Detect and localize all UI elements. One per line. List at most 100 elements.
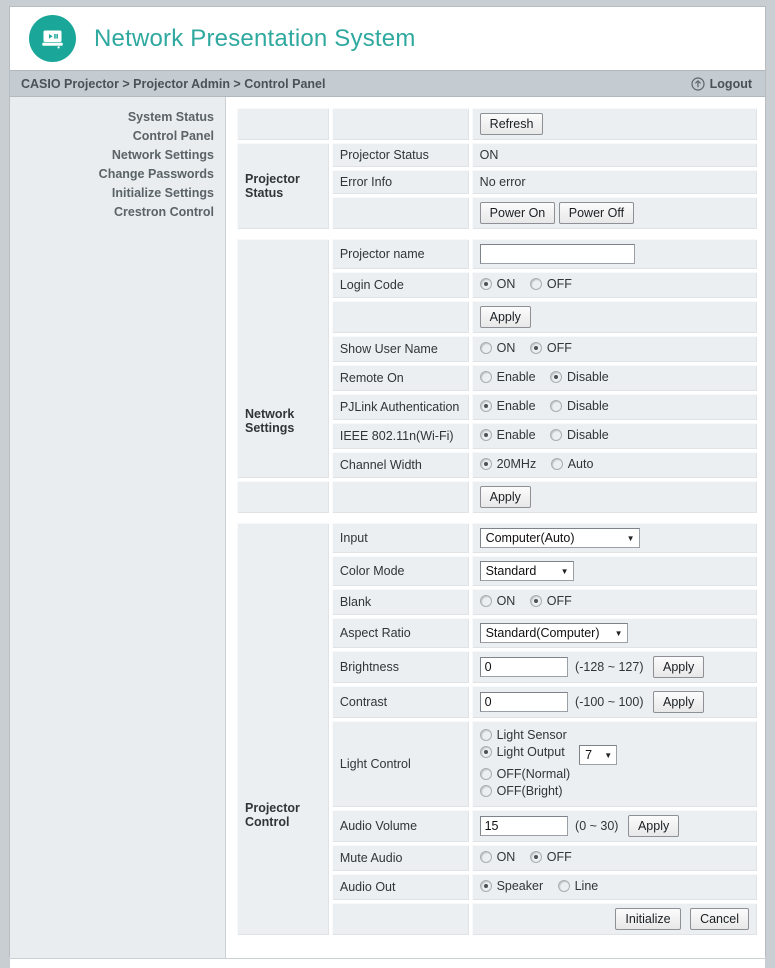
radio-pjlink-enable[interactable]: Enable — [479, 399, 536, 413]
apply-audio-volume-button[interactable]: Apply — [627, 814, 680, 837]
radio-pjlink-enable-label: Enable — [496, 399, 536, 413]
table-row-refresh: Refresh — [236, 107, 758, 141]
radio-login-code-on-label: ON — [496, 277, 516, 291]
radio-channel-width-20mhz[interactable]: 20MHz — [479, 457, 536, 471]
sidebar-item-system-status[interactable]: System Status — [10, 107, 225, 126]
apply-network-button[interactable]: Apply — [479, 486, 531, 508]
group-cell-projector-control: Projector Control — [236, 522, 330, 936]
radio-login-code-off[interactable]: OFF — [529, 277, 572, 291]
radio-blank-on[interactable]: ON — [479, 594, 515, 608]
power-off-button[interactable]: Power Off — [558, 202, 635, 224]
value-error-info: No error — [470, 169, 758, 195]
label-audio-volume: Audio Volume — [330, 808, 470, 843]
value-contrast: (-100 ~ 100) Apply — [470, 685, 758, 719]
value-wifi: Enable Disable — [470, 422, 758, 450]
radio-wifi-enable-label: Enable — [496, 428, 536, 442]
initialize-button[interactable]: Initialize — [615, 907, 681, 930]
brightness-input[interactable] — [479, 657, 568, 677]
radio-audio-out-line[interactable]: Line — [557, 878, 599, 893]
audio-volume-range-hint: (0 ~ 30) — [575, 818, 619, 833]
aspect-ratio-select[interactable]: Standard(Computer) ▼ — [479, 623, 628, 643]
value-blank: ON OFF — [470, 588, 758, 616]
refresh-button[interactable]: Refresh — [479, 113, 544, 135]
app-header: Network Presentation System — [10, 7, 765, 70]
radio-wifi-enable[interactable]: Enable — [479, 428, 536, 442]
radio-show-user-name-on[interactable]: ON — [479, 341, 515, 355]
projector-status-table: Refresh Projector Status Projector Statu… — [235, 106, 759, 231]
table-row-input: Projector Control Input Computer(Auto) ▼ — [236, 522, 758, 936]
radio-channel-width-auto[interactable]: Auto — [550, 457, 593, 471]
logout-button[interactable]: Logout — [691, 77, 752, 91]
radio-audio-out-line-label: Line — [574, 878, 599, 893]
label-audio-out: Audio Out — [330, 872, 470, 901]
value-show-user-name: ON OFF — [470, 335, 758, 363]
sidebar-item-network-settings[interactable]: Network Settings — [10, 145, 225, 164]
color-mode-select[interactable]: Standard ▼ — [479, 561, 574, 581]
radio-remote-on-enable[interactable]: Enable — [479, 370, 536, 384]
chevron-down-icon: ▼ — [560, 566, 569, 576]
page-footer: Copyright © 2014 CASIO COMPUTER CO., LTD… — [10, 958, 765, 968]
label-pjlink: PJLink Authentication — [330, 393, 470, 421]
logout-label: Logout — [709, 76, 752, 91]
contrast-input[interactable] — [479, 692, 568, 712]
sidebar-item-initialize-settings[interactable]: Initialize Settings — [10, 183, 225, 202]
value-cell-footer-buttons: Initialize Cancel — [470, 901, 758, 936]
group-label-projector-control: Projector Control — [245, 801, 300, 830]
aspect-ratio-select-value: Standard(Computer) — [485, 626, 600, 640]
radio-light-output[interactable]: Light Output — [479, 745, 565, 759]
radio-indicator-icon — [479, 767, 492, 780]
label-show-user-name: Show User Name — [330, 335, 470, 363]
radio-show-user-name-off[interactable]: OFF — [529, 341, 572, 355]
radio-indicator-icon — [550, 429, 563, 441]
value-projector-name — [470, 238, 758, 270]
value-color-mode: Standard ▼ — [470, 555, 758, 587]
label-remote-on: Remote On — [330, 364, 470, 392]
radio-mute-audio-off[interactable]: OFF — [529, 850, 572, 864]
breadcrumb[interactable]: CASIO Projector > Projector Admin > Cont… — [21, 77, 325, 91]
value-channel-width: 20MHz Auto — [470, 451, 758, 479]
group-label-network-settings: Network Settings — [245, 407, 295, 435]
radio-login-code-on[interactable]: ON — [479, 277, 516, 291]
label-cell-empty-apply-2 — [330, 480, 470, 514]
radio-light-off-bright-label: OFF(Bright) — [496, 784, 563, 798]
input-select[interactable]: Computer(Auto) ▼ — [479, 528, 640, 548]
power-on-button[interactable]: Power On — [479, 202, 556, 224]
sidebar-item-change-passwords[interactable]: Change Passwords — [10, 164, 225, 183]
value-cell-apply-2: Apply — [470, 480, 758, 514]
sidebar-item-crestron-control[interactable]: Crestron Control — [10, 202, 225, 221]
radio-pjlink-disable[interactable]: Disable — [550, 399, 609, 413]
apply-contrast-button[interactable]: Apply — [652, 691, 705, 713]
label-cell-empty-apply-1 — [330, 300, 470, 334]
radio-audio-out-speaker[interactable]: Speaker — [479, 878, 544, 893]
projector-play-pause-icon — [29, 15, 76, 62]
radio-remote-on-disable[interactable]: Disable — [550, 370, 609, 384]
sidebar-item-control-panel[interactable]: Control Panel — [10, 126, 225, 145]
sidebar: System Status Control Panel Network Sett… — [10, 97, 226, 958]
light-output-select[interactable]: 7 ▼ — [579, 745, 618, 765]
radio-indicator-icon — [550, 400, 563, 412]
apply-brightness-button[interactable]: Apply — [652, 656, 705, 678]
color-mode-select-value: Standard — [485, 564, 537, 578]
value-audio-out: Speaker Line — [470, 872, 758, 901]
page-root: Network Presentation System CASIO Projec… — [0, 0, 775, 968]
radio-wifi-disable[interactable]: Disable — [550, 428, 609, 442]
radio-light-sensor[interactable]: Light Sensor — [479, 728, 567, 742]
radio-blank-off[interactable]: OFF — [529, 594, 572, 608]
value-input: Computer(Auto) ▼ — [470, 522, 758, 554]
group-cell-empty-top — [236, 107, 330, 141]
app-window: Network Presentation System CASIO Projec… — [9, 6, 766, 968]
apply-login-code-button[interactable]: Apply — [479, 306, 531, 328]
table-row-apply-2: Apply — [236, 480, 758, 514]
value-pjlink: Enable Disable — [470, 393, 758, 421]
cancel-button[interactable]: Cancel — [690, 907, 749, 930]
radio-audio-out-speaker-label: Speaker — [496, 878, 544, 893]
audio-volume-input[interactable] — [479, 815, 568, 836]
radio-light-off-normal[interactable]: OFF(Normal) — [479, 767, 570, 781]
radio-indicator-icon — [550, 371, 563, 383]
radio-indicator-icon — [479, 850, 492, 863]
radio-mute-audio-on[interactable]: ON — [479, 850, 515, 864]
projector-name-input[interactable] — [479, 244, 635, 264]
radio-indicator-icon — [479, 595, 492, 607]
label-blank: Blank — [330, 588, 470, 616]
radio-light-off-bright[interactable]: OFF(Bright) — [479, 784, 563, 798]
